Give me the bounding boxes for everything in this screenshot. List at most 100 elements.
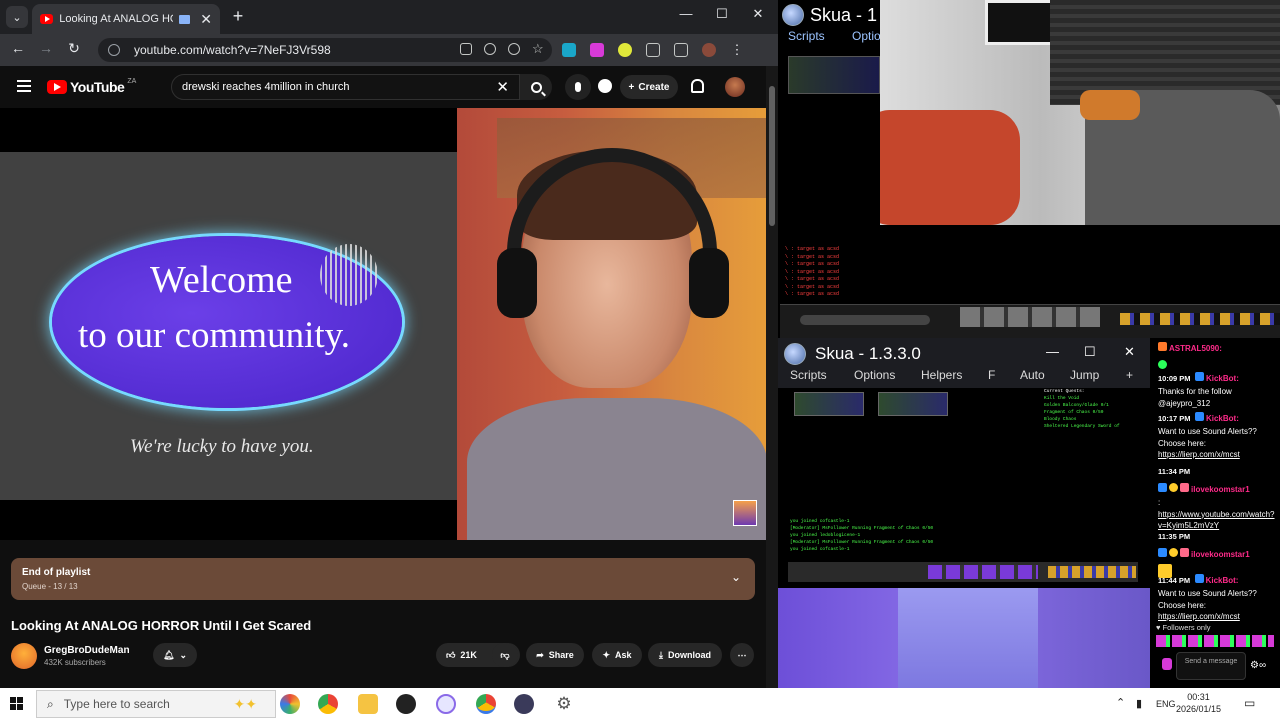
channel-avatar[interactable] (11, 643, 37, 669)
chat-link[interactable]: https://lierp.com/x/mcst (1158, 449, 1280, 461)
obs-icon[interactable] (396, 694, 416, 714)
video-player[interactable]: Welcome to our community. We're lucky to… (0, 108, 766, 540)
hide-icon[interactable] (508, 43, 520, 55)
download-button[interactable]: ⤓ Download (648, 643, 722, 667)
skua2-menu-helpers[interactable]: Helpers (921, 368, 962, 382)
share-button[interactable]: ➦ Share (526, 643, 584, 667)
channel-name[interactable]: GregBroDudeMan (44, 645, 130, 656)
create-button[interactable]: + Create (620, 75, 678, 99)
tab-search-dropdown[interactable]: ⌄ (6, 6, 28, 28)
microphone-tray-icon[interactable]: ▮ (1136, 697, 1142, 710)
skua2-menu-auto[interactable]: Auto (1020, 368, 1045, 382)
skua2-menu-scripts[interactable]: Scripts (790, 368, 827, 382)
microphone-icon[interactable] (1162, 658, 1172, 670)
chrome-icon[interactable] (318, 694, 338, 714)
playlist-queue: Queue - 13 / 13 (22, 582, 78, 591)
dislike-button[interactable]: 👎︎ (492, 643, 518, 667)
media-controls-icon[interactable] (674, 43, 688, 57)
windows-start-icon[interactable] (10, 697, 24, 711)
skill-bar[interactable] (960, 307, 1100, 327)
chat-message-input[interactable]: Send a message (1176, 652, 1246, 680)
skua1-menu-options[interactable]: Optio (852, 29, 881, 43)
skua2-menu-options[interactable]: Options (854, 368, 895, 382)
bookmark-star-icon[interactable]: ☆ (532, 42, 544, 55)
chat-username[interactable]: KickBot: (1206, 414, 1239, 423)
scrollbar-thumb[interactable] (769, 86, 775, 226)
skua-taskbar-icon[interactable] (436, 694, 456, 714)
extensions-puzzle-icon[interactable] (646, 43, 660, 57)
playlist-panel[interactable]: End of playlist Queue - 13 / 13 ⌄ (11, 558, 755, 600)
game-menu-icons[interactable] (1120, 313, 1280, 325)
page-scrollbar[interactable] (766, 66, 778, 688)
skua-logo-icon (784, 343, 806, 365)
install-app-icon[interactable] (460, 43, 472, 55)
reload-button[interactable]: ↻ (64, 40, 84, 57)
voice-search-button[interactable] (565, 74, 591, 100)
chat-settings-icon[interactable]: ⚙∞ (1250, 660, 1266, 671)
skua2-menu-add[interactable]: + (1126, 368, 1133, 382)
skua2-maximize-button[interactable]: ☐ (1084, 344, 1096, 360)
hamburger-menu-icon[interactable] (17, 80, 31, 92)
chrome-active-icon[interactable] (476, 694, 496, 714)
game-console-log: \ : target as acsd \ : target as acsd \ : … (785, 246, 840, 297)
emote-bar[interactable] (1156, 635, 1274, 647)
chat-username[interactable]: ilovekoomstar1 (1191, 485, 1250, 494)
tray-chevron-up-icon[interactable]: ⌃ (1116, 696, 1125, 709)
chat-username[interactable]: KickBot: (1206, 576, 1239, 585)
skua2-menu-f[interactable]: F (988, 368, 995, 382)
profile-avatar[interactable] (702, 43, 716, 57)
search-button[interactable] (520, 74, 552, 100)
notifications-bell-icon[interactable] (691, 79, 704, 93)
new-tab-button[interactable]: + (228, 6, 248, 26)
chat-timestamp: 10:17 PM (1158, 414, 1191, 423)
extension-1-icon[interactable] (562, 43, 576, 57)
notification-center-icon[interactable]: ▭ (1244, 696, 1255, 710)
clear-search-icon[interactable]: ✕ (496, 78, 509, 96)
close-tab-icon[interactable]: ✕ (200, 11, 212, 28)
chevron-down-icon[interactable]: ⌄ (731, 570, 741, 584)
address-bar[interactable]: youtube.com/watch?v=7NeFJ3Vr598 ☆ (98, 38, 552, 62)
chat-username[interactable]: KickBot: (1206, 374, 1239, 383)
maximize-button[interactable]: ☐ (712, 6, 732, 22)
channel-watermark-icon[interactable] (733, 500, 757, 526)
chat-link[interactable]: https://lierp.com/x/mcst (1158, 611, 1280, 623)
site-info-icon[interactable] (108, 44, 120, 56)
skua1-menu-scripts[interactable]: Scripts (788, 29, 825, 43)
youtube-logo[interactable]: YouTube ZA (47, 78, 136, 95)
close-window-button[interactable]: ✕ (748, 6, 768, 22)
game-action-bar[interactable] (780, 304, 1280, 338)
skua2-menu-jump[interactable]: Jump (1070, 368, 1099, 382)
back-button[interactable]: ← (8, 40, 28, 56)
copilot-icon[interactable] (280, 694, 300, 714)
chat-username[interactable]: ASTRAL5090: (1169, 344, 1222, 353)
skua2-menu-icons[interactable] (1048, 566, 1136, 578)
extension-2-icon[interactable] (590, 43, 604, 57)
language-indicator[interactable]: ENG (1156, 699, 1176, 709)
forward-button[interactable]: → (36, 40, 56, 56)
tab-youtube[interactable]: Looking At ANALOG HORRO ✕ (32, 4, 220, 34)
chat-input-bar[interactable] (800, 315, 930, 325)
ask-button[interactable]: ✦ Ask (592, 643, 642, 667)
zoom-icon[interactable] (484, 43, 496, 55)
skua2-minimize-button[interactable]: — (1046, 344, 1059, 359)
extension-3-icon[interactable] (618, 43, 632, 57)
browser-menu-icon[interactable]: ⋮ (730, 43, 744, 57)
settings-gear-icon[interactable]: ⚙ (554, 694, 574, 714)
skua2-action-bar[interactable] (788, 562, 1138, 582)
search-highlight-icon: ✦✦ (233, 696, 257, 712)
game-launcher-icon[interactable] (514, 694, 534, 714)
file-explorer-icon[interactable] (358, 694, 378, 714)
chat-username[interactable]: ilovekoomstar1 (1191, 550, 1250, 559)
taskbar-search-input[interactable]: ⌕ Type here to search ✦✦ (36, 690, 276, 718)
search-input[interactable]: drewski reaches 4million in church ✕ (171, 74, 520, 100)
skua2-skill-bar[interactable] (928, 565, 1038, 579)
minimize-button[interactable]: — (676, 6, 696, 21)
more-actions-button[interactable]: ⋯ (730, 643, 754, 667)
subscribed-bell-button[interactable]: 🔔︎ ⌄ (153, 643, 197, 667)
taskbar-clock[interactable]: 00:31 2026/01/15 (1176, 691, 1221, 715)
gift-icon[interactable] (598, 79, 612, 93)
account-avatar[interactable] (725, 77, 745, 97)
search-icon (530, 81, 542, 93)
ask-label: Ask (615, 650, 632, 660)
skua2-close-button[interactable]: ✕ (1124, 344, 1135, 360)
